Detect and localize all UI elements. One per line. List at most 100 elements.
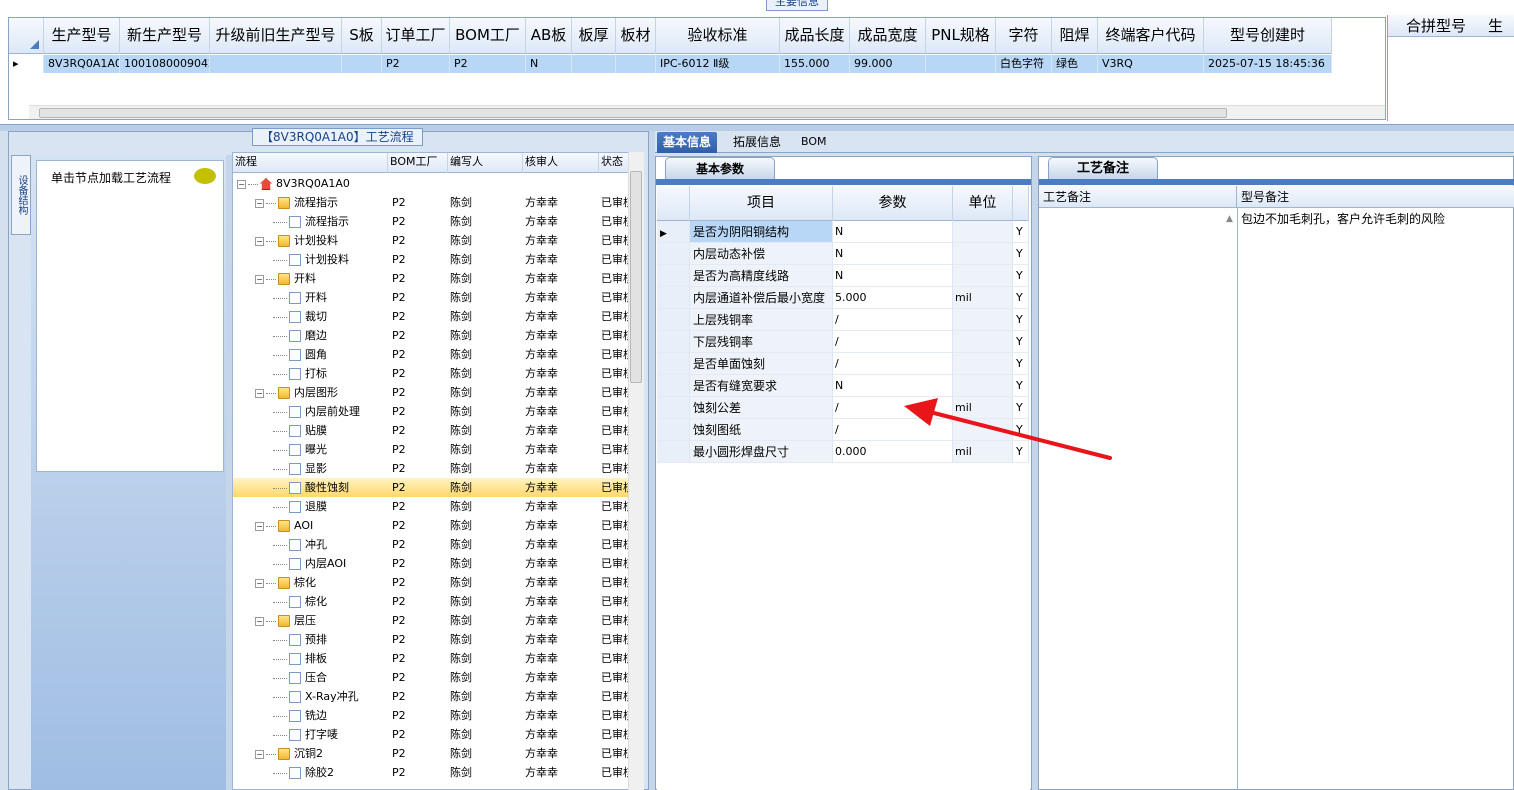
tree-node[interactable]: 酸性蚀刻 bbox=[233, 478, 388, 497]
tree-node[interactable]: 贴膜 bbox=[233, 421, 388, 440]
param-row[interactable]: 是否有缝宽要求 N Y bbox=[657, 375, 1029, 397]
model-remark-text[interactable]: 包边不加毛刺孔，客户允许毛刺的风险 bbox=[1241, 210, 1445, 227]
param-row[interactable]: 上层残铜率 / Y bbox=[657, 309, 1029, 331]
tree-node[interactable]: − 8V3RQ0A1A0 bbox=[233, 174, 388, 193]
param-value-cell[interactable]: N bbox=[833, 265, 953, 287]
column-header[interactable]: 生产型号 bbox=[44, 18, 120, 54]
tree-column-header[interactable]: 状态 bbox=[599, 153, 629, 173]
grid-cell[interactable] bbox=[572, 55, 616, 73]
param-row[interactable]: ▶ 是否为阴阳铜结构 N Y bbox=[657, 221, 1029, 243]
param-row[interactable]: 内层通道补偿后最小宽度 5.000 mil Y bbox=[657, 287, 1029, 309]
main-info-row[interactable]: ▸8V3RQ0A1A010010800090429P2P2NIPC-6012 Ⅱ… bbox=[9, 55, 1332, 73]
param-value-cell[interactable]: 5.000 bbox=[833, 287, 953, 309]
tree-row[interactable]: 开料 P2 陈剑 方幸幸 已审核 bbox=[233, 288, 629, 307]
horizontal-scroll-thumb[interactable] bbox=[39, 108, 1227, 118]
tree-row[interactable]: 流程指示 P2 陈剑 方幸幸 已审核 bbox=[233, 212, 629, 231]
tree-row[interactable]: − AOI P2 陈剑 方幸幸 已审核 bbox=[233, 516, 629, 535]
param-value-cell[interactable]: N bbox=[833, 243, 953, 265]
column-header[interactable]: 新生产型号 bbox=[120, 18, 210, 54]
column-header[interactable]: PNL规格 bbox=[926, 18, 996, 54]
tree-row[interactable]: 打字唛 P2 陈剑 方幸幸 已审核 bbox=[233, 725, 629, 744]
column-header[interactable]: 成品长度 bbox=[780, 18, 850, 54]
tree-node[interactable]: 计划投料 bbox=[233, 250, 388, 269]
grid-cell[interactable]: 绿色 bbox=[1052, 55, 1098, 73]
collapse-icon[interactable]: − bbox=[255, 388, 264, 398]
grid-cell[interactable]: 2025-07-15 18:45:36 bbox=[1204, 55, 1332, 73]
tree-row[interactable]: 计划投料 P2 陈剑 方幸幸 已审核 bbox=[233, 250, 629, 269]
tree-row[interactable]: 圆角 P2 陈剑 方幸幸 已审核 bbox=[233, 345, 629, 364]
tree-row[interactable]: 冲孔 P2 陈剑 方幸幸 已审核 bbox=[233, 535, 629, 554]
tree-row[interactable]: − 8V3RQ0A1A0 bbox=[233, 174, 629, 193]
tree-node[interactable]: 磨边 bbox=[233, 326, 388, 345]
tree-row[interactable]: 排板 P2 陈剑 方幸幸 已审核 bbox=[233, 649, 629, 668]
tree-node[interactable]: 除胶2 bbox=[233, 763, 388, 782]
param-row[interactable]: 是否为高精度线路 N Y bbox=[657, 265, 1029, 287]
tree-row[interactable]: − 层压 P2 陈剑 方幸幸 已审核 bbox=[233, 611, 629, 630]
tree-node[interactable]: 裁切 bbox=[233, 307, 388, 326]
collapse-icon[interactable]: − bbox=[255, 616, 264, 626]
param-row[interactable]: 下层残铜率 / Y bbox=[657, 331, 1029, 353]
tree-row[interactable]: 预排 P2 陈剑 方幸幸 已审核 bbox=[233, 630, 629, 649]
grid-cell[interactable]: 10010800090429 bbox=[120, 55, 210, 73]
tree-row[interactable]: 铣边 P2 陈剑 方幸幸 已审核 bbox=[233, 706, 629, 725]
tree-node[interactable]: 棕化 bbox=[233, 592, 388, 611]
collapse-icon[interactable]: − bbox=[255, 749, 264, 759]
tree-node[interactable]: 曝光 bbox=[233, 440, 388, 459]
grid-cell[interactable] bbox=[926, 55, 996, 73]
tree-node[interactable]: − 棕化 bbox=[233, 573, 388, 592]
column-header[interactable]: 订单工厂 bbox=[382, 18, 450, 54]
grid-cell[interactable]: P2 bbox=[450, 55, 526, 73]
grid-cell[interactable]: N bbox=[526, 55, 572, 73]
column-header[interactable]: 升级前旧生产型号 bbox=[210, 18, 342, 54]
remarks-tab[interactable]: 工艺备注 bbox=[1048, 157, 1158, 179]
collapse-icon[interactable]: − bbox=[255, 236, 264, 246]
param-value-cell[interactable]: N bbox=[833, 221, 953, 243]
tree-node[interactable]: 铣边 bbox=[233, 706, 388, 725]
tree-row[interactable]: 内层AOI P2 陈剑 方幸幸 已审核 bbox=[233, 554, 629, 573]
tab-basic-info[interactable]: 基本信息 bbox=[657, 132, 718, 153]
param-row[interactable]: 最小圆形焊盘尺寸 0.000 mil Y bbox=[657, 441, 1029, 463]
tree-row[interactable]: 除胶2 P2 陈剑 方幸幸 已审核 bbox=[233, 763, 629, 782]
tree-column-header[interactable]: BOM工厂 bbox=[388, 153, 448, 173]
param-value-cell[interactable]: / bbox=[833, 397, 953, 419]
scroll-up-icon[interactable]: ▲ bbox=[1226, 214, 1233, 224]
tree-node[interactable]: − 层压 bbox=[233, 611, 388, 630]
tree-node[interactable]: 流程指示 bbox=[233, 212, 388, 231]
tree-row[interactable]: 磨边 P2 陈剑 方幸幸 已审核 bbox=[233, 326, 629, 345]
column-header[interactable]: 验收标准 bbox=[656, 18, 780, 54]
tree-node[interactable]: 预排 bbox=[233, 630, 388, 649]
grid-cell[interactable] bbox=[616, 55, 656, 73]
tree-node[interactable]: − 流程指示 bbox=[233, 193, 388, 212]
column-header[interactable]: AB板 bbox=[526, 18, 572, 54]
tree-node[interactable]: − 开料 bbox=[233, 269, 388, 288]
param-value-cell[interactable]: N bbox=[833, 375, 953, 397]
tree-node[interactable]: − 计划投料 bbox=[233, 231, 388, 250]
column-header[interactable]: S板 bbox=[342, 18, 382, 54]
tree-node[interactable]: 圆角 bbox=[233, 345, 388, 364]
grid-cell[interactable] bbox=[210, 55, 342, 73]
tree-node[interactable]: 排板 bbox=[233, 649, 388, 668]
column-header[interactable]: 板材 bbox=[616, 18, 656, 54]
grid-cell[interactable]: 155.000 bbox=[780, 55, 850, 73]
grid-cell[interactable]: P2 bbox=[382, 55, 450, 73]
tree-node[interactable]: 退膜 bbox=[233, 497, 388, 516]
grid-cell[interactable] bbox=[342, 55, 382, 73]
tree-row[interactable]: 显影 P2 陈剑 方幸幸 已审核 bbox=[233, 459, 629, 478]
tree-node[interactable]: 打字唛 bbox=[233, 725, 388, 744]
param-row[interactable]: 蚀刻公差 / mil Y bbox=[657, 397, 1029, 419]
collapse-icon[interactable]: − bbox=[237, 179, 246, 189]
tree-row[interactable]: − 棕化 P2 陈剑 方幸幸 已审核 bbox=[233, 573, 629, 592]
column-header[interactable]: 字符 bbox=[996, 18, 1052, 54]
grid-cell[interactable]: 白色字符 bbox=[996, 55, 1052, 73]
tree-row[interactable]: 压合 P2 陈剑 方幸幸 已审核 bbox=[233, 668, 629, 687]
param-row[interactable]: 蚀刻图纸 / Y bbox=[657, 419, 1029, 441]
grid-cell[interactable]: 99.000 bbox=[850, 55, 926, 73]
tree-row[interactable]: 棕化 P2 陈剑 方幸幸 已审核 bbox=[233, 592, 629, 611]
tree-column-header[interactable]: 流程 bbox=[233, 153, 388, 173]
param-value-cell[interactable]: / bbox=[833, 419, 953, 441]
tree-node[interactable]: 冲孔 bbox=[233, 535, 388, 554]
collapse-icon[interactable]: − bbox=[255, 578, 264, 588]
tree-node[interactable]: X-Ray冲孔 bbox=[233, 687, 388, 706]
tree-row[interactable]: 贴膜 P2 陈剑 方幸幸 已审核 bbox=[233, 421, 629, 440]
tab-bom[interactable]: BOM bbox=[795, 132, 833, 153]
